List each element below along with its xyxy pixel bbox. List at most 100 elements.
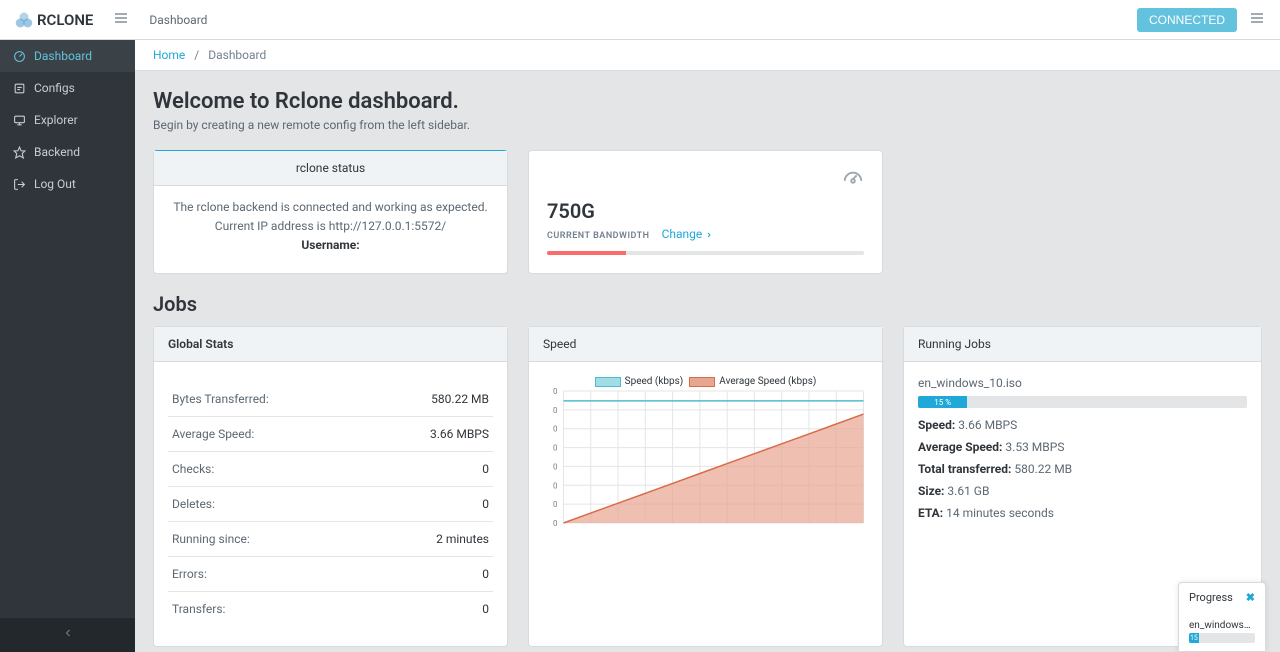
stats-label: Transfers:: [172, 602, 225, 616]
menu-toggle-icon[interactable]: [113, 10, 129, 30]
stats-value: 2 minutes: [436, 532, 489, 546]
chart-legend: Speed (kbps) Average Speed (kbps): [543, 376, 868, 387]
stats-value: 0: [482, 462, 489, 476]
svg-text:0: 0: [553, 519, 558, 527]
global-stats-header: Global Stats: [154, 327, 507, 362]
brand-text: RCLONE: [37, 11, 93, 29]
stats-row: Bytes Transferred: 580.22 MB: [168, 382, 493, 417]
sidebar-item-configs[interactable]: Configs: [0, 72, 135, 104]
breadcrumb: Home / Dashboard: [135, 40, 1280, 71]
svg-text:0: 0: [553, 500, 558, 509]
bandwidth-progress-bg: [547, 251, 864, 255]
sidebar-item-label: Backend: [34, 145, 80, 159]
stats-row: Checks:0: [168, 452, 493, 487]
job-tot-val: 580.22 MB: [1014, 462, 1072, 476]
breadcrumb-sep: /: [194, 48, 199, 62]
status-card-header: rclone status: [154, 151, 507, 186]
jobs-heading: Jobs: [153, 292, 1262, 316]
job-eta-label: ETA:: [918, 506, 943, 520]
job-speed-label: Speed:: [918, 418, 955, 432]
speed-card: Speed Speed (kbps) Average Speed (kbps) …: [528, 326, 883, 647]
svg-text:0: 0: [553, 444, 558, 453]
sidebar-item-label: Log Out: [34, 177, 76, 191]
chevron-left-icon: [62, 627, 74, 643]
main-content: Home / Dashboard Welcome to Rclone dashb…: [135, 40, 1280, 652]
stats-row: Running since: 2 minutes: [168, 522, 493, 557]
stats-value: 580.22 MB: [431, 392, 489, 406]
sidebar-item-label: Explorer: [34, 113, 78, 127]
gauge-icon: [842, 169, 864, 195]
legend-label-avg: Average Speed (kbps): [719, 376, 816, 387]
job-tot-label: Total transferred:: [918, 462, 1011, 476]
svg-text:0: 0: [553, 425, 558, 434]
change-link[interactable]: Change: [662, 227, 714, 241]
job-filename: en_windows_10.iso: [918, 376, 1247, 390]
bandwidth-label: CURRENT BANDWIDTH: [547, 231, 650, 241]
bandwidth-card: 750G CURRENT BANDWIDTH Change: [528, 150, 883, 274]
popup-filename: en_windows_10.iso: [1189, 620, 1255, 631]
page-subtitle: Begin by creating a new remote config fr…: [153, 118, 1262, 132]
job-avg-val: 3.53 MBPS: [1005, 440, 1064, 454]
app-header: RCLONE Dashboard CONNECTED: [0, 0, 1280, 40]
speed-header: Speed: [529, 327, 882, 362]
popup-progress-bg: 15: [1189, 633, 1255, 643]
breadcrumb-current: Dashboard: [208, 48, 266, 62]
legend-swatch-avg: [689, 377, 715, 387]
legend-swatch-speed: [595, 377, 621, 387]
breadcrumb-home[interactable]: Home: [153, 48, 185, 62]
bandwidth-progress: [547, 251, 626, 255]
connected-button[interactable]: CONNECTED: [1137, 8, 1237, 32]
page-title: Welcome to Rclone dashboard.: [153, 89, 1262, 114]
sidebar-item-dashboard[interactable]: Dashboard: [0, 40, 135, 72]
header-right: CONNECTED: [1137, 8, 1265, 32]
menu-right-icon[interactable]: [1249, 10, 1265, 30]
stats-label: Deletes:: [172, 497, 215, 511]
logo: RCLONE: [15, 11, 93, 29]
job-avg-label: Average Speed:: [918, 440, 1002, 454]
status-card: rclone status The rclone backend is conn…: [153, 150, 508, 274]
speed-chart: 0 0 0 0 0 0 0 0: [543, 387, 868, 527]
logout-icon: [12, 177, 26, 191]
svg-text:0: 0: [553, 387, 558, 396]
monitor-icon: [12, 113, 26, 127]
stats-label: Errors:: [172, 567, 207, 581]
sidebar-collapse[interactable]: [0, 618, 135, 652]
stats-row: Transfers: 0: [168, 592, 493, 626]
job-speed-val: 3.66 MBPS: [958, 418, 1017, 432]
sidebar-item-label: Dashboard: [34, 49, 92, 63]
progress-popup: Progress ✖ en_windows_10.iso 15: [1178, 582, 1266, 652]
status-line1: The rclone backend is connected and work…: [166, 198, 495, 217]
note-icon: [12, 81, 26, 95]
popup-title: Progress: [1189, 591, 1233, 604]
job-progress-bg: 15 %: [918, 396, 1247, 408]
svg-text:0: 0: [553, 406, 558, 415]
stats-label: Running since:: [172, 532, 250, 546]
global-stats-card: Global Stats Bytes Transferred: 580.22 MB…: [153, 326, 508, 647]
sidebar-item-backend[interactable]: Backend: [0, 136, 135, 168]
sidebar-item-explorer[interactable]: Explorer: [0, 104, 135, 136]
legend-label-speed: Speed (kbps): [625, 376, 684, 387]
svg-text:0: 0: [553, 462, 558, 471]
stats-value: 0: [482, 567, 489, 581]
star-icon: [12, 145, 26, 159]
stats-value: 3.66 MBPS: [430, 427, 489, 441]
sidebar: Dashboard Configs Explorer Backend Log O…: [0, 40, 135, 652]
popup-progress: 15: [1189, 633, 1199, 643]
header-left: RCLONE Dashboard: [15, 10, 207, 30]
svg-text:0: 0: [553, 481, 558, 490]
stats-value: 0: [482, 497, 489, 511]
status-line2: Current IP address is http://127.0.0.1:5…: [166, 217, 495, 236]
status-username-label: Username:: [301, 238, 359, 252]
job-progress: 15 %: [918, 396, 967, 408]
job-size-label: Size:: [918, 484, 944, 498]
rclone-logo-icon: [15, 11, 33, 29]
speedometer-icon: [12, 49, 26, 63]
change-link-text: Change: [662, 227, 703, 241]
bandwidth-value: 750G: [547, 199, 864, 223]
job-size-val: 3.61 GB: [947, 484, 989, 498]
stats-label: Bytes Transferred:: [172, 392, 269, 406]
popup-close-icon[interactable]: ✖: [1246, 591, 1255, 604]
sidebar-item-logout[interactable]: Log Out: [0, 168, 135, 200]
stats-value: 0: [482, 602, 489, 616]
stats-label: Average Speed:: [172, 427, 254, 441]
